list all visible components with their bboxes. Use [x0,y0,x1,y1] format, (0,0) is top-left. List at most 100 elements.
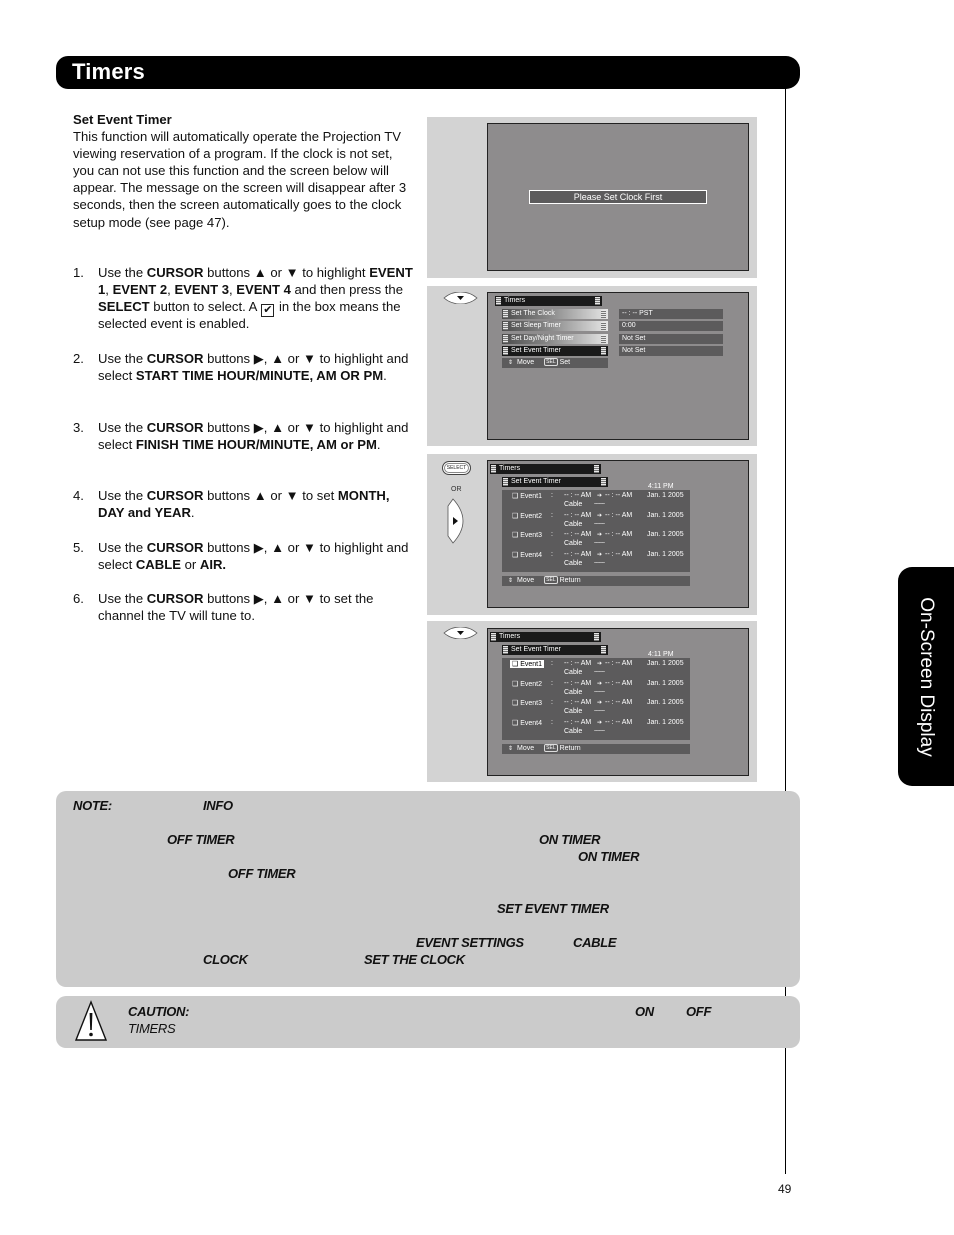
bold-term: EVENT 2 [112,282,168,298]
arrow-right-icon: ➔ [597,661,603,667]
submenu-title: Set Event Timer [511,478,561,485]
event-row[interactable]: ❑ Event1: -- : -- AM ➔ -- : -- AM Jan. 1 200… [502,660,690,679]
event-name: ❑ Event2 [512,512,543,520]
menu-item-label: Set Event Timer [511,347,561,354]
tv-screen: Timers Set Event Timer 4:11 PM ❑ Event1:… [487,460,749,608]
arrow-right-icon: ➔ [597,719,603,726]
note-keyword: EVENT SETTINGS [416,935,524,950]
channel-value: ------- [594,669,605,675]
event-row[interactable]: ❑ Event4: -- : -- AM ➔ -- : -- AM Jan. 1 200… [502,719,690,738]
event-date: Jan. 1 2005 [647,660,684,667]
menu-title: Timers [499,633,521,640]
bold-term: EVENT 4 [236,282,291,298]
finish-time: -- : -- AM [605,511,633,519]
menu-item-set-day-night-timer[interactable]: Set Day/Night Timer [502,334,608,344]
menu-footer: ⇕ Move SEL Return [502,576,690,586]
event-name: ❑ Event1 [512,493,543,500]
input-source: Cable [564,520,583,528]
start-time: -- : -- AM [564,718,592,726]
note-keyword: OFF TIMER [228,866,296,881]
event-row[interactable]: ❑ Event3: -- : -- AM ➔ -- : -- AM Jan. 1 200… [502,699,690,718]
menu-item-label: Set Sleep Timer [511,322,561,329]
menu-item-set-sleep-timer[interactable]: Set Sleep Timer [502,321,608,331]
input-source: Cable [564,708,583,715]
note-box: NOTE: INFO OFF TIMER ON TIMER ON TIMER O… [56,791,800,987]
sel-button-icon: SEL [544,358,558,366]
section-tab: On-Screen Display [898,567,954,786]
step-item: 1. Use the CURSOR buttons ▲ or ▼ to highl… [73,264,413,332]
bold-term: FINISH TIME HOUR/MINUTE, AM or PM [135,437,377,453]
intro-paragraph: This function will automatically operate… [73,129,407,230]
input-source: Cable [564,501,583,508]
step-text: Use the CURSOR buttons ▶, ▲ or ▼ to high… [98,420,409,453]
tv-screen: Please Set Clock First [487,123,749,271]
finish-time: -- : -- AM [605,492,633,499]
event-row[interactable]: ❑ Event3: -- : -- AM ➔ -- : -- AM Jan. 1 200… [502,531,690,550]
step-number: 3. [73,420,84,435]
arrow-right-icon: ➔ [597,700,603,706]
up-down-arrow-icon: ⇕ [508,360,514,366]
warning-triangle-icon [75,1000,107,1041]
event-date: Jan. 1 2005 [647,679,684,687]
arrow-right-icon: ➔ [597,532,603,538]
menu-item-label: Set Day/Night Timer [511,335,574,342]
step-number: 1. [73,265,84,280]
finish-time: -- : -- AM [605,679,633,687]
cursor-right-button-icon [447,498,464,544]
sel-button-icon: SEL [544,576,558,584]
event-name: ❑ Event4 [512,551,543,559]
step-item: 5. Use the CURSOR buttons ▶, ▲ or ▼ to hi… [73,539,413,573]
arrow-right-icon: ➔ [597,680,603,687]
menu-title: Timers [504,297,526,304]
screen-panel-timers-menu: Timers Set The Clock Set Sleep Timer Set… [427,286,757,446]
step-text: Use the CURSOR buttons ▶, ▲ or ▼ to set … [98,591,374,624]
event-row[interactable]: ❑ Event1: -- : -- AM ➔ -- : -- AM Jan. 1 200… [502,492,690,511]
note-keyword: SET EVENT TIMER [497,901,609,916]
menu-item-set-event-timer[interactable]: Set Event Timer [502,346,608,356]
note-keyword: INFO [203,798,233,813]
input-source: Cable [564,540,583,547]
separator: : [551,511,553,519]
event-name: ❑ Event4 [512,719,543,727]
clock-warning-message: Please Set Clock First [529,190,707,204]
step-number: 5. [73,540,84,555]
menu-title: Timers [499,465,521,472]
cursor-down-button-icon [443,292,478,304]
footer-move-label: Move [517,577,535,584]
start-time: -- : -- AM [564,531,592,538]
start-time: -- : -- AM [564,699,592,706]
arrow-right-icon: ➔ [597,493,603,499]
finish-time: -- : -- AM [605,699,633,706]
tv-screen: Timers Set The Clock Set Sleep Timer Set… [487,292,749,440]
bold-term: START TIME HOUR/MINUTE, AM OR PM [135,368,384,384]
channel-value: ------- [594,540,605,546]
arrow-right-icon: ➔ [597,512,603,519]
section-tab-label: On-Screen Display [916,596,937,757]
bold-term: CURSOR [146,265,204,280]
separator: : [551,550,553,558]
menu-title-bar: Timers [495,296,602,306]
up-down-arrow-icon: ⇕ [508,578,514,584]
up-down-arrow-icon: ⇕ [508,746,514,752]
menu-item-label: Set The Clock [511,310,555,317]
event-name: ❑ Event2 [512,680,543,688]
page-title-bar: Timers [56,56,800,89]
checkbox-checked-icon: ✔ [261,304,275,318]
finish-time: -- : -- AM [605,531,633,538]
event-row[interactable]: ❑ Event4: -- : -- AM ➔ -- : -- AM Jan. 1 200… [502,551,690,570]
bold-term: MONTH, DAY and YEAR [98,488,390,521]
separator: : [551,531,553,538]
event-row[interactable]: ❑ Event2: -- : -- AM ➔ -- : -- AM Jan. 1 200… [502,512,690,531]
bold-term: CURSOR [146,488,204,503]
event-date: Jan. 1 2005 [647,531,684,538]
arrow-right-icon: ➔ [597,551,603,558]
event-row[interactable]: ❑ Event2: -- : -- AM ➔ -- : -- AM Jan. 1 200… [502,680,690,699]
note-keyword: ON TIMER [539,832,601,847]
event-list: ❑ Event1: -- : -- AM ➔ -- : -- AM Jan. 1 200… [502,658,690,740]
channel-value: ------- [594,727,605,734]
screen-panel-event-timer-highlight: Timers Set Event Timer 4:11 PM ❑ Event1:… [427,621,757,782]
event-list: ❑ Event1: -- : -- AM ➔ -- : -- AM Jan. 1 200… [502,490,690,572]
menu-item-set-the-clock[interactable]: Set The Clock [502,309,608,319]
channel-value: ------- [594,688,605,695]
note-label: NOTE: [73,798,112,813]
